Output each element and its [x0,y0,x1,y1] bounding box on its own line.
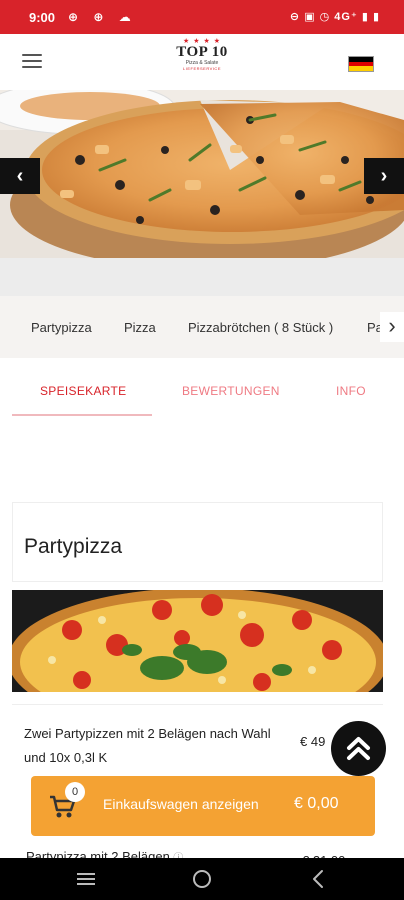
section-header-card: Partypizza [12,502,383,582]
logo-tagline: LIEFERSERVICE [183,66,221,71]
pizza-hero-image [0,90,404,258]
menu-item-price: € 49 [300,734,326,749]
slider-next-button[interactable]: › [364,158,404,194]
status-system-icons: ⊖ ▣ ◷ 4G⁺ ▮ ▮ [289,11,380,23]
chevron-right-icon: › [388,313,396,338]
status-notification-icons: ⊕ ⊕ ☁ [68,10,137,24]
party-pizza-image [12,590,383,692]
slider-footer [0,258,404,296]
chevron-left-icon: ‹ [16,165,24,187]
system-navigation-bar [0,858,404,900]
status-bar: 9:00 ⊕ ⊕ ☁ ⊖ ▣ ◷ 4G⁺ ▮ ▮ [0,0,404,34]
category-scroll-button[interactable]: › [380,312,404,342]
hero-slider: ‹ › [0,90,404,258]
category-pizzabroetchen[interactable]: Pizzabrötchen ( 8 Stück ) [188,320,333,335]
app-header: ★ ★ ★ ★ TOP 10 Pizza & Salate LIEFERSERV… [0,34,404,90]
section-banner-image [12,590,383,692]
restaurant-logo[interactable]: ★ ★ ★ ★ TOP 10 Pizza & Salate LIEFERSERV… [174,38,230,84]
menu-item-description[interactable]: Zwei Partypizzen mit 2 Belägen nach Wahl… [24,722,274,770]
cart-total: € 0,00 [294,795,339,812]
tab-bar: SPEISEKARTE BEWERTUNGEN INFO [0,366,404,416]
tab-active-indicator [12,414,152,416]
double-chevron-up-icon [347,737,370,760]
view-cart-button[interactable]: 0 Einkaufswagen anzeigen € 0,00 [31,776,375,836]
category-partypizza[interactable]: Partypizza [31,320,92,335]
status-time: 9:00 [29,10,56,25]
german-flag-icon[interactable] [348,56,374,72]
category-pizza[interactable]: Pizza [124,320,156,335]
back-icon[interactable] [310,869,326,889]
category-nav: Partypizza Pizza Pizzabrötchen ( 8 Stück… [0,296,404,358]
menu-icon[interactable] [22,54,42,68]
cart-count-badge: 0 [65,782,85,802]
slider-prev-button[interactable]: ‹ [0,158,40,194]
home-icon[interactable] [192,869,212,889]
scroll-to-top-button[interactable] [331,721,386,776]
cart-label: Einkaufswagen anzeigen [103,796,259,812]
chevron-right-icon: › [380,165,388,187]
tab-speisekarte[interactable]: SPEISEKARTE [40,384,126,398]
recent-apps-icon[interactable] [76,871,96,887]
tab-info[interactable]: INFO [336,384,366,398]
section-title: Partypizza [24,535,123,558]
tab-bewertungen[interactable]: BEWERTUNGEN [182,384,280,398]
logo-title: TOP 10 [176,44,228,60]
